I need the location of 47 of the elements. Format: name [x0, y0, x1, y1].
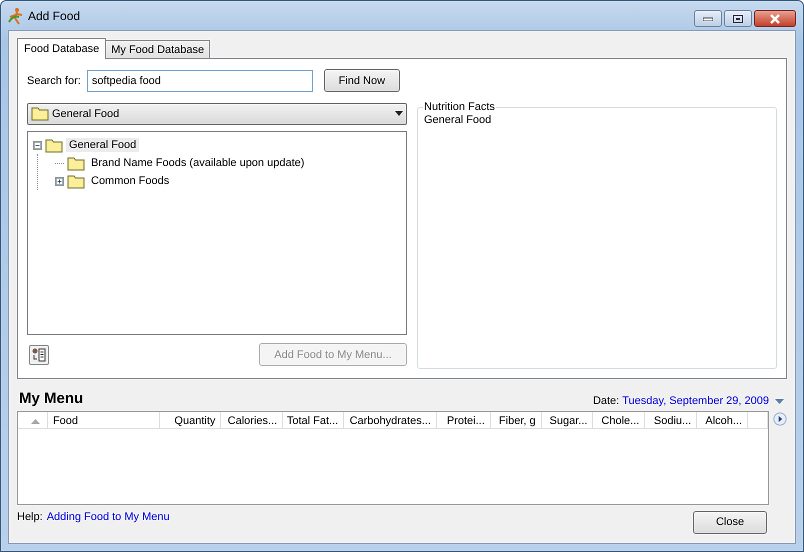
maximize-icon [733, 14, 743, 22]
folder-icon [31, 106, 49, 122]
category-dropdown[interactable]: General Food [27, 102, 407, 126]
minimize-icon [703, 16, 713, 20]
caret-icon[interactable] [775, 398, 784, 404]
search-field[interactable]: softpedia food [86, 70, 313, 92]
group-title: Nutrition Facts [423, 101, 496, 113]
tree-item[interactable]: General Food [66, 138, 140, 152]
sort-icon [31, 418, 40, 424]
column-header[interactable]: Protei... [436, 412, 491, 428]
close-button[interactable] [754, 10, 796, 27]
minimize-button[interactable] [694, 10, 722, 27]
find-now-button[interactable]: Find Now [324, 69, 400, 92]
app-icon [8, 6, 24, 24]
folder-icon [67, 174, 85, 189]
date-link[interactable]: Tuesday, September 29, 2009 [622, 395, 769, 407]
close-icon [769, 14, 781, 24]
column-header[interactable]: Chole... [593, 412, 646, 428]
close-dialog-button[interactable]: Close [693, 510, 767, 534]
tree-item[interactable]: Brand Name Foods (available upon update) [88, 156, 308, 170]
tab[interactable]: Food Database [17, 38, 106, 59]
search-label: Search for: [27, 74, 81, 87]
column-header[interactable]: Total Fat... [283, 412, 344, 428]
column-header[interactable]: Alcoh... [697, 412, 748, 428]
help-link[interactable]: Adding Food to My Menu [46, 511, 170, 523]
column-header[interactable]: Calories... [221, 412, 284, 428]
column-header[interactable]: Sugar... [542, 412, 594, 428]
section-title: My Menu [19, 390, 84, 407]
list-button[interactable] [29, 344, 49, 365]
folder-icon [45, 138, 63, 153]
nutrition-text: General Food [424, 114, 492, 126]
tree-item[interactable]: Common Foods [88, 174, 172, 188]
column-header[interactable]: Fiber, g [490, 412, 542, 428]
folder-icon [67, 156, 85, 171]
window-title: Add Food [28, 8, 80, 22]
scroll-right-icon[interactable] [773, 411, 787, 427]
column-header[interactable]: Carbohydrates... [344, 412, 437, 428]
collapse-icon[interactable] [33, 140, 42, 150]
column-header[interactable]: Food [48, 412, 160, 428]
caret-icon [395, 111, 403, 116]
tab[interactable]: My Food Database [105, 40, 210, 58]
column-header[interactable]: Quantity [160, 412, 222, 428]
help-label: Help: [17, 511, 43, 523]
date-label: Date: [592, 395, 620, 407]
column-header[interactable]: Sodiu... [645, 412, 698, 428]
maximize-button[interactable] [724, 10, 752, 27]
expand-icon[interactable] [55, 176, 64, 186]
